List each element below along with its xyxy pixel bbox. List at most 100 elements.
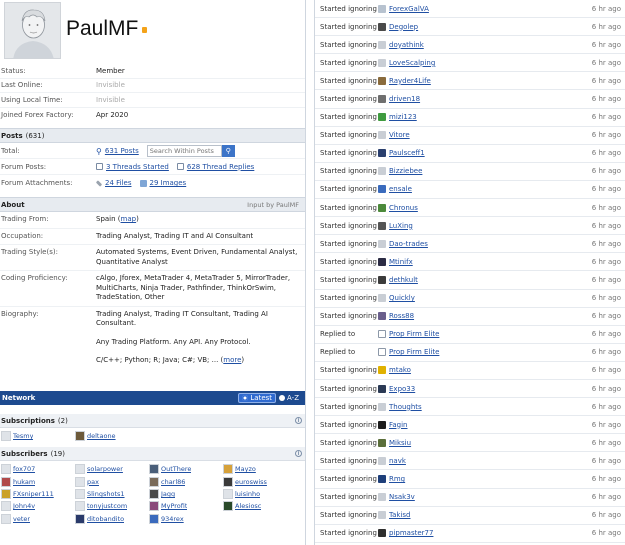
subscriber-item[interactable]: Jagg xyxy=(149,488,223,500)
subscriber-item[interactable]: ditobandito xyxy=(75,512,149,524)
user-avatar-icon xyxy=(378,239,386,248)
activity-target-link[interactable]: ForexGalVA xyxy=(389,5,592,13)
avatar xyxy=(149,501,159,512)
avatar xyxy=(75,513,85,524)
activity-target-link[interactable]: Rayder4Life xyxy=(389,77,592,85)
activity-action: Started ignoring xyxy=(320,22,377,31)
subscriber-item[interactable]: Alesiosc xyxy=(223,500,297,512)
activity-target-link[interactable]: Ross88 xyxy=(389,312,592,320)
trading-from-value: Spain xyxy=(96,215,116,224)
user-avatar-icon xyxy=(378,257,386,266)
info-label: Using Local Time: xyxy=(1,95,63,104)
activity-target-link[interactable]: Thoughts xyxy=(389,403,592,411)
activity-target-link[interactable]: Miksiu xyxy=(389,439,592,447)
activity-row: Started ignoring Thoughts 6 hr ago xyxy=(315,398,625,417)
subscriber-item[interactable]: luisinho xyxy=(223,488,297,500)
map-link[interactable]: map xyxy=(121,215,137,223)
subscriber-item[interactable]: Mayzo xyxy=(223,463,297,475)
activity-target-link[interactable]: mtako xyxy=(389,366,592,374)
activity-target-link[interactable]: Nsak3v xyxy=(389,493,592,501)
posts-title: Posts xyxy=(1,131,23,140)
info-icon[interactable]: i xyxy=(295,417,302,424)
activity-target-link[interactable]: Degolep xyxy=(389,23,592,31)
search-button[interactable]: ⚲ xyxy=(221,144,235,157)
subscriber-item[interactable]: tonyjustcom xyxy=(75,500,149,512)
activity-row: Started ignoring doyathink 6 hr ago xyxy=(315,36,625,55)
subscriber-item[interactable]: hukam xyxy=(1,476,75,488)
subscriber-item[interactable]: Slingshots1 xyxy=(75,488,149,500)
activity-target-link[interactable]: Bizziebee xyxy=(389,167,592,175)
images-link[interactable]: 29 Images xyxy=(150,179,187,187)
subscriber-item[interactable]: charl86 xyxy=(149,476,223,488)
subscriber-item[interactable]: veter xyxy=(1,512,75,524)
activity-action: Started ignoring xyxy=(320,456,377,465)
subscriber-item[interactable]: 934rex xyxy=(149,512,223,524)
user-avatar-icon xyxy=(378,221,386,230)
user-avatar-icon xyxy=(378,438,386,447)
activity-action: Started ignoring xyxy=(320,95,377,104)
activity-target-link[interactable]: Vitore xyxy=(389,131,592,139)
subscription-item[interactable]: deltaone xyxy=(75,430,149,442)
more-link[interactable]: more xyxy=(223,356,241,364)
activity-row: Started ignoring Fagin 6 hr ago xyxy=(315,416,625,435)
subscriber-item[interactable]: OutThere xyxy=(149,463,223,475)
threads-started-link[interactable]: 3 Threads Started xyxy=(106,163,169,171)
avatar xyxy=(223,489,233,500)
activity-target-link[interactable]: Mtinifx xyxy=(389,258,592,266)
trading-styles-row: Trading Style(s): Automated Systems, Eve… xyxy=(0,245,305,272)
activity-target-link[interactable]: Quickly xyxy=(389,294,592,302)
files-link[interactable]: 24 Files xyxy=(105,179,132,187)
subscriber-item[interactable]: pax xyxy=(75,476,149,488)
subscriber-item[interactable]: MyProfit xyxy=(149,500,223,512)
search-within-posts-input[interactable] xyxy=(146,144,222,157)
thread-icon xyxy=(378,348,386,357)
avatar xyxy=(75,464,85,475)
subscriber-item[interactable]: fox707 xyxy=(1,463,75,475)
activity-target-link[interactable]: ensale xyxy=(389,185,592,193)
activity-time: 6 hr ago xyxy=(591,113,621,122)
subscriptions-list: Tesmy deltaone xyxy=(0,428,305,442)
activity-target-link[interactable]: Prop Firm Elite xyxy=(389,348,592,356)
profile-info-table: Status: Member Last Online: Invisible Us… xyxy=(0,64,305,122)
activity-target-link[interactable]: Expo33 xyxy=(389,385,592,393)
subscriber-item[interactable]: John4v xyxy=(1,500,75,512)
avatar xyxy=(1,501,11,512)
activity-target-link[interactable]: Prop Firm Elite xyxy=(389,330,592,338)
subscriber-item[interactable]: FXsniper111 xyxy=(1,488,75,500)
activity-target-link[interactable]: Paulsceff1 xyxy=(389,149,592,157)
trading-styles-label: Trading Style(s): xyxy=(1,248,58,257)
activity-target-link[interactable]: Rmg xyxy=(389,475,592,483)
activity-target-link[interactable]: Dao-trades xyxy=(389,240,592,248)
activity-action: Started ignoring xyxy=(320,294,377,303)
activity-row: Started ignoring Degolep 6 hr ago xyxy=(315,18,625,37)
subscriber-item[interactable]: solarpower xyxy=(75,463,149,475)
activity-action: Started ignoring xyxy=(320,58,377,67)
subscriber-item[interactable]: euroswiss xyxy=(223,476,297,488)
total-posts-link[interactable]: 631 Posts xyxy=(105,147,139,155)
network-title: Network xyxy=(2,394,36,402)
activity-target-link[interactable]: dethkult xyxy=(389,276,592,284)
activity-target-link[interactable]: navk xyxy=(389,457,592,465)
sort-az-label: A-Z xyxy=(287,394,299,402)
activity-target-link[interactable]: mizi123 xyxy=(389,113,592,121)
activity-target-link[interactable]: LuXing xyxy=(389,222,592,230)
radio-checked-icon xyxy=(242,395,249,401)
sort-latest-option[interactable]: Latest xyxy=(238,393,277,403)
activity-target-link[interactable]: Fagin xyxy=(389,421,592,429)
sort-az-option[interactable]: A-Z xyxy=(276,394,302,402)
info-row-local-time: Using Local Time: Invisible xyxy=(0,93,305,108)
activity-target-link[interactable]: Takisd xyxy=(389,511,592,519)
activity-target-link[interactable]: LoveScalping xyxy=(389,59,592,67)
user-avatar-icon xyxy=(378,131,386,140)
thread-replies-link[interactable]: 628 Thread Replies xyxy=(187,163,254,171)
activity-target-link[interactable]: doyathink xyxy=(389,41,592,49)
thread-icon xyxy=(378,330,386,339)
activity-target-link[interactable]: Chronus xyxy=(389,204,592,212)
subscription-item[interactable]: Tesmy xyxy=(1,430,75,442)
avatar xyxy=(149,464,159,475)
avatar xyxy=(223,501,233,512)
activity-target-link[interactable]: driven18 xyxy=(389,95,592,103)
activity-target-link[interactable]: pipmaster77 xyxy=(389,529,592,537)
activity-action: Started ignoring xyxy=(320,4,377,13)
info-icon[interactable]: i xyxy=(295,450,302,458)
